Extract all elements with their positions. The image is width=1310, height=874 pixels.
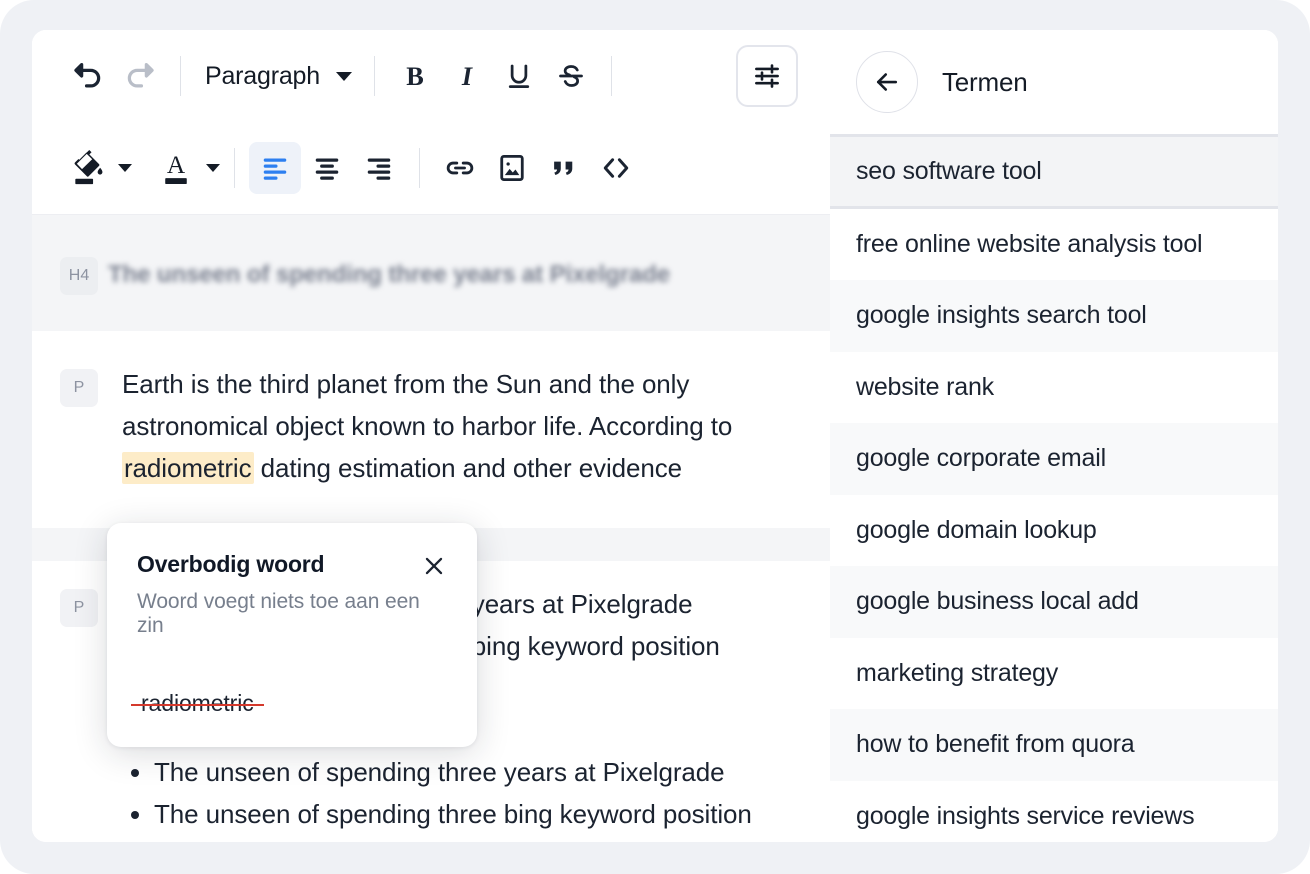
app-root: Paragraph B I A H4 The unseen of spendin… bbox=[0, 0, 1310, 874]
back-button[interactable] bbox=[856, 51, 918, 113]
svg-text:A: A bbox=[167, 151, 186, 179]
block-content-heading[interactable]: The unseen of spending three years at Pi… bbox=[108, 250, 800, 296]
text-color-button[interactable]: A bbox=[150, 142, 220, 194]
text-color-icon: A bbox=[150, 142, 202, 194]
align-left-button[interactable] bbox=[249, 142, 301, 194]
editor-card: Paragraph B I A H4 The unseen of spendin… bbox=[32, 30, 1278, 842]
editor-block-heading[interactable]: H4 The unseen of spending three years at… bbox=[32, 215, 830, 331]
term-label: seo software tool bbox=[856, 156, 1042, 185]
close-icon[interactable] bbox=[421, 553, 447, 579]
block-format-dropdown[interactable]: Paragraph bbox=[195, 50, 360, 102]
link-button[interactable] bbox=[434, 142, 486, 194]
term-row[interactable]: google insights search tool bbox=[830, 280, 1278, 352]
editor-block-paragraph[interactable]: P Earth is the third planet from the Sun… bbox=[32, 331, 830, 528]
paragraph-text-after: dating estimation and other evidence bbox=[253, 453, 682, 483]
block-tag-h4: H4 bbox=[60, 257, 98, 295]
term-label: marketing strategy bbox=[856, 658, 1059, 687]
term-label: website rank bbox=[856, 372, 994, 401]
term-label: how to benefit from quora bbox=[856, 730, 1135, 759]
toolbar-divider bbox=[610, 56, 612, 96]
popup-suggestion[interactable]: radiometric bbox=[131, 690, 264, 717]
underline-button[interactable] bbox=[493, 50, 545, 102]
chevron-down-icon bbox=[335, 71, 352, 81]
term-row[interactable]: free online website analysis tool bbox=[830, 208, 1278, 280]
popup-subtitle: Woord voegt niets toe aan een zin bbox=[137, 590, 420, 637]
term-label: google business local add bbox=[856, 587, 1139, 616]
highlighted-word[interactable]: radiometric bbox=[122, 452, 254, 484]
terms-panel-header: Termen bbox=[830, 30, 1278, 137]
heading-text: The unseen of spending three years at Pi… bbox=[108, 261, 671, 288]
list-item[interactable]: The unseen of spending three years at Pi… bbox=[154, 751, 800, 793]
block-tag-p: P bbox=[60, 369, 98, 407]
suggestion-popup[interactable]: Overbodig woord Woord voegt niets toe aa… bbox=[107, 523, 477, 747]
term-row[interactable]: seo software tool bbox=[830, 137, 1278, 209]
bullet-list: The unseen of spending three years at Pi… bbox=[122, 751, 800, 842]
svg-text:B: B bbox=[406, 62, 424, 91]
bold-button[interactable]: B bbox=[389, 50, 441, 102]
term-label: google domain lookup bbox=[856, 515, 1097, 544]
terms-panel-title: Termen bbox=[942, 66, 1028, 97]
toolbar-divider bbox=[419, 148, 420, 188]
term-label: google corporate email bbox=[856, 444, 1106, 473]
editor-toolbar: Paragraph B I A bbox=[32, 30, 830, 215]
term-label: google insights service reviews bbox=[856, 801, 1195, 830]
terms-list: seo software tool free online website an… bbox=[830, 137, 1278, 842]
term-label: google insights search tool bbox=[856, 301, 1147, 330]
toolbar-row-paragraph: A bbox=[62, 122, 800, 214]
fill-color-button[interactable] bbox=[62, 142, 132, 194]
code-button[interactable] bbox=[590, 142, 642, 194]
term-row[interactable]: how to benefit from quora bbox=[830, 709, 1278, 781]
term-row[interactable]: google corporate email bbox=[830, 423, 1278, 495]
term-row[interactable]: website rank bbox=[830, 351, 1278, 423]
block-content-paragraph[interactable]: Earth is the third planet from the Sun a… bbox=[108, 363, 800, 489]
quote-button[interactable] bbox=[538, 142, 590, 194]
undo-button[interactable] bbox=[62, 50, 114, 102]
chevron-down-icon bbox=[206, 164, 220, 172]
toolbar-divider bbox=[180, 56, 181, 96]
block-format-label: Paragraph bbox=[205, 61, 320, 90]
popup-title: Overbodig woord bbox=[137, 551, 325, 577]
toolbar-row-formatting: Paragraph B I bbox=[62, 30, 800, 122]
list-item[interactable]: The unseen of spending three bing keywor… bbox=[154, 793, 800, 842]
redo-button[interactable] bbox=[114, 50, 166, 102]
terms-panel: Termen seo software tool free online web… bbox=[830, 30, 1278, 842]
image-button[interactable] bbox=[486, 142, 538, 194]
popup-header: Overbodig woord bbox=[137, 551, 447, 579]
term-row[interactable]: google domain lookup bbox=[830, 494, 1278, 566]
align-center-button[interactable] bbox=[301, 142, 353, 194]
align-right-button[interactable] bbox=[353, 142, 405, 194]
toolbar-divider bbox=[234, 148, 235, 188]
italic-button[interactable]: I bbox=[441, 50, 493, 102]
paragraph-text-before: Earth is the third planet from the Sun a… bbox=[122, 369, 733, 441]
paint-bucket-icon bbox=[62, 142, 114, 194]
svg-text:I: I bbox=[461, 62, 473, 91]
block-tag-p: P bbox=[60, 589, 98, 627]
settings-button[interactable] bbox=[736, 45, 798, 107]
term-row[interactable]: marketing strategy bbox=[830, 637, 1278, 709]
chevron-down-icon bbox=[118, 164, 132, 172]
editor-pane: Paragraph B I A H4 The unseen of spendin… bbox=[32, 30, 830, 842]
term-row[interactable]: google business local add bbox=[830, 566, 1278, 638]
strikethrough-line bbox=[131, 703, 264, 706]
term-label: free online website analysis tool bbox=[856, 229, 1203, 258]
strikethrough-button[interactable] bbox=[545, 50, 597, 102]
term-row[interactable]: google insights service reviews bbox=[830, 780, 1278, 842]
toolbar-divider bbox=[373, 56, 375, 96]
